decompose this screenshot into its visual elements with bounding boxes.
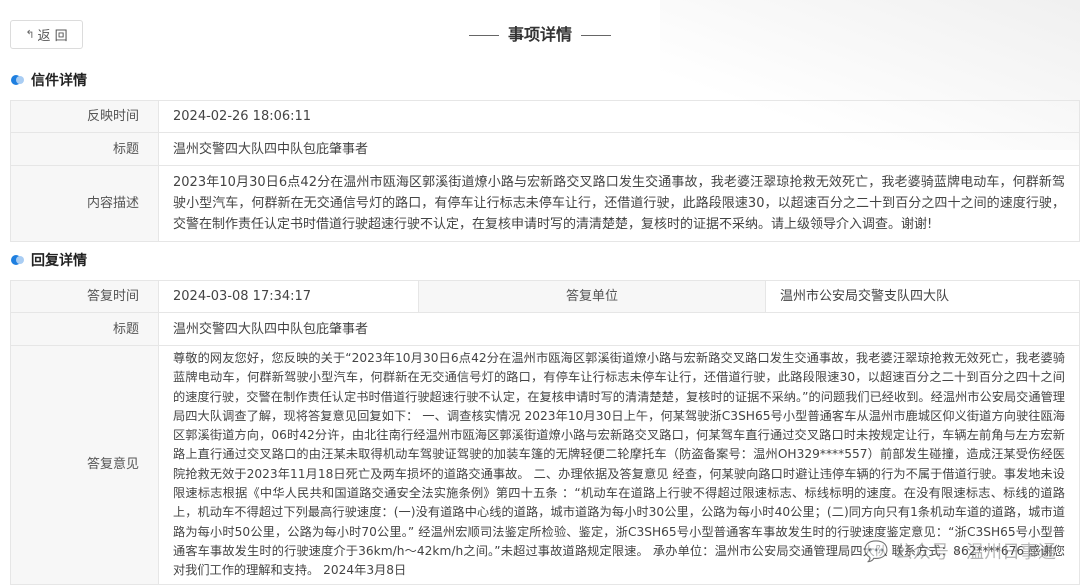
reply-section-header: 回复详情	[0, 250, 1080, 270]
letter-title-value: 温州交警四大队四中队包庇肇事者	[158, 132, 1080, 166]
table-row: 答复意见 尊敬的网友您好，您反映的关于“2023年10月30日6点42分在温州市…	[10, 345, 1080, 585]
letter-desc-label: 内容描述	[10, 165, 159, 242]
table-row: 标题 温州交警四大队四中队包庇肇事者	[10, 312, 1080, 346]
reply-opinion-label: 答复意见	[10, 345, 159, 585]
table-row: 反映时间 2024-02-26 18:06:11	[10, 100, 1080, 133]
letter-section-title: 信件详情	[31, 73, 87, 89]
reply-section: 回复详情 答复时间 2024-03-08 17:34:17 答复单位 温州市公安…	[0, 250, 1080, 585]
section-dot-icon	[11, 75, 24, 86]
table-row: 标题 温州交警四大队四中队包庇肇事者	[10, 132, 1080, 166]
reply-title-value: 温州交警四大队四中队包庇肇事者	[158, 312, 1080, 346]
top-bar: ↰ 返 回 事项详情	[0, 0, 1080, 64]
letter-section-header: 信件详情	[0, 70, 1080, 90]
letter-time-value: 2024-02-26 18:06:11	[158, 100, 1080, 133]
title-line-right	[581, 35, 611, 36]
letter-time-label: 反映时间	[10, 100, 159, 133]
table-row: 内容描述 2023年10月30日6点42分在温州市瓯海区郭溪街道燎小路与宏新路交…	[10, 165, 1080, 242]
reply-opinion-value: 尊敬的网友您好，您反映的关于“2023年10月30日6点42分在温州市瓯海区郭溪…	[158, 345, 1080, 585]
letter-section: 信件详情 反映时间 2024-02-26 18:06:11 标题 温州交警四大队…	[0, 70, 1080, 242]
table-row: 答复时间 2024-03-08 17:34:17 答复单位 温州市公安局交警支队…	[10, 280, 1080, 313]
reply-time-label: 答复时间	[10, 280, 159, 313]
reply-unit-value: 温州市公安局交警支队四大队	[765, 280, 1080, 313]
letter-desc-value: 2023年10月30日6点42分在温州市瓯海区郭溪街道燎小路与宏新路交叉路口发生…	[158, 165, 1080, 242]
reply-table: 答复时间 2024-03-08 17:34:17 答复单位 温州市公安局交警支队…	[10, 280, 1080, 585]
reply-title-label: 标题	[10, 312, 159, 346]
reply-unit-label: 答复单位	[418, 280, 766, 313]
reply-time-value: 2024-03-08 17:34:17	[158, 280, 419, 313]
title-line-left	[468, 35, 499, 36]
section-dot-icon	[11, 255, 24, 266]
page-title-text: 事项详情	[507, 25, 572, 44]
page-title: 事项详情	[0, 21, 1080, 45]
letter-title-label: 标题	[10, 132, 159, 166]
letter-table: 反映时间 2024-02-26 18:06:11 标题 温州交警四大队四中队包庇…	[10, 100, 1080, 242]
reply-section-title: 回复详情	[31, 253, 87, 269]
